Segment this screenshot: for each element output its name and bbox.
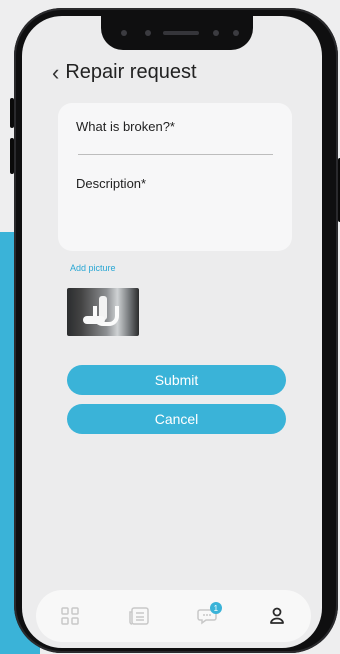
header: ‹ Repair request [52,61,197,84]
user-icon [269,607,284,624]
sensor-dot [233,30,239,36]
phone-notch [101,16,253,50]
tab-chat[interactable]: 1 [188,598,228,634]
tab-profile[interactable] [257,598,297,634]
news-icon [129,607,149,625]
page-title: Repair request [65,61,197,83]
app-screen: ‹ Repair request What is broken?* Descri… [22,16,322,648]
what-broken-label: What is broken?* [76,119,175,134]
pipe-part [83,316,105,324]
tab-home[interactable] [50,598,90,634]
what-broken-input-line[interactable] [78,154,273,155]
camera-dot [145,30,151,36]
side-button [10,98,14,128]
form-card: What is broken?* Description* [58,103,292,251]
description-label: Description* [76,176,147,191]
bottom-tabbar: 1 [36,590,311,642]
add-picture-link[interactable]: Add picture [70,263,116,273]
side-button [10,138,14,174]
sensor-dot [213,30,219,36]
grid-icon [61,607,80,625]
tab-news[interactable] [119,598,159,634]
sensor-dot [121,30,127,36]
submit-button[interactable]: Submit [67,365,286,395]
speaker-bar [163,31,199,35]
picture-thumbnail[interactable] [67,288,139,336]
cancel-button[interactable]: Cancel [67,404,286,434]
chat-badge: 1 [209,602,222,614]
chevron-left-icon[interactable]: ‹ [52,61,59,84]
